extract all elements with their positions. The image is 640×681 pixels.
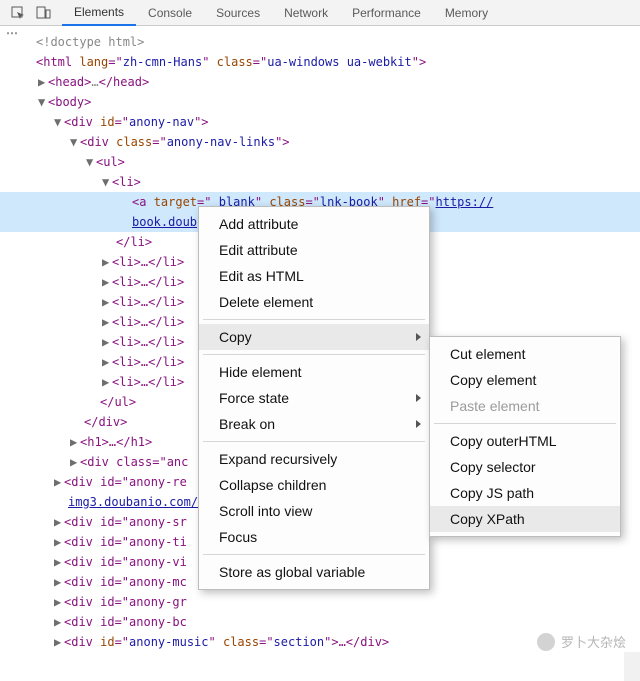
menu-separator bbox=[203, 441, 425, 442]
tab-network[interactable]: Network bbox=[272, 1, 340, 25]
menu-hide-element[interactable]: Hide element bbox=[199, 359, 429, 385]
device-toggle-icon[interactable] bbox=[36, 5, 52, 21]
dom-line[interactable]: ▼<div id="anony-nav"> bbox=[0, 112, 640, 132]
expand-arrow-icon[interactable]: ▶ bbox=[54, 592, 64, 612]
expand-arrow-icon[interactable]: ▶ bbox=[38, 72, 48, 92]
expand-arrow-icon[interactable]: ▶ bbox=[54, 572, 64, 592]
menu-edit-attribute[interactable]: Edit attribute bbox=[199, 237, 429, 263]
expand-arrow-icon[interactable]: ▶ bbox=[70, 452, 80, 472]
expand-arrow-icon[interactable]: ▶ bbox=[54, 532, 64, 552]
collapse-arrow-icon[interactable]: ▼ bbox=[86, 152, 96, 172]
collapse-arrow-icon[interactable]: ▼ bbox=[54, 112, 64, 132]
menu-separator bbox=[203, 319, 425, 320]
menu-focus[interactable]: Focus bbox=[199, 524, 429, 550]
tab-memory[interactable]: Memory bbox=[433, 1, 500, 25]
menu-copy-element[interactable]: Copy element bbox=[430, 367, 620, 393]
menu-copy-outerhtml[interactable]: Copy outerHTML bbox=[430, 428, 620, 454]
dom-line[interactable]: ▶<head>…</head> bbox=[0, 72, 640, 92]
menu-collapse-children[interactable]: Collapse children bbox=[199, 472, 429, 498]
devtools-tabbar: Elements Console Sources Network Perform… bbox=[0, 0, 640, 26]
menu-force-state[interactable]: Force state bbox=[199, 385, 429, 411]
collapse-arrow-icon[interactable]: ▼ bbox=[70, 132, 80, 152]
dom-line[interactable]: ▶<div id="anony-gr bbox=[0, 592, 640, 612]
expand-arrow-icon[interactable]: ▶ bbox=[70, 432, 80, 452]
dom-line[interactable]: <html lang="zh-cmn-Hans" class="ua-windo… bbox=[0, 52, 640, 72]
expand-arrow-icon[interactable]: ▶ bbox=[54, 472, 64, 492]
watermark-text: 罗卜大杂烩 bbox=[561, 632, 626, 651]
menu-add-attribute[interactable]: Add attribute bbox=[199, 211, 429, 237]
dom-line[interactable]: ▼<li> bbox=[0, 172, 640, 192]
collapse-arrow-icon[interactable]: ▼ bbox=[102, 172, 112, 192]
context-submenu-copy: Cut element Copy element Paste element C… bbox=[429, 336, 621, 537]
expand-arrow-icon[interactable]: ▶ bbox=[102, 352, 112, 372]
watermark: 罗卜大杂烩 bbox=[537, 632, 626, 651]
watermark-logo-icon bbox=[537, 633, 555, 651]
menu-separator bbox=[434, 423, 616, 424]
expand-arrow-icon[interactable]: ▶ bbox=[102, 292, 112, 312]
tab-elements[interactable]: Elements bbox=[62, 0, 136, 26]
expand-arrow-icon[interactable]: ▶ bbox=[102, 312, 112, 332]
expand-arrow-icon[interactable]: ▶ bbox=[54, 552, 64, 572]
dom-line[interactable]: ▼<ul> bbox=[0, 152, 640, 172]
inspect-icon[interactable] bbox=[10, 5, 26, 21]
menu-scroll-into-view[interactable]: Scroll into view bbox=[199, 498, 429, 524]
tool-icons bbox=[0, 5, 62, 21]
menu-paste-element: Paste element bbox=[430, 393, 620, 419]
expand-arrow-icon[interactable]: ▶ bbox=[102, 372, 112, 392]
dom-line[interactable]: ▼<body> bbox=[0, 92, 640, 112]
dom-line[interactable]: ▶<div id="anony-bc bbox=[0, 612, 640, 632]
menu-copy-selector[interactable]: Copy selector bbox=[430, 454, 620, 480]
tab-sources[interactable]: Sources bbox=[204, 1, 272, 25]
tab-performance[interactable]: Performance bbox=[340, 1, 433, 25]
tab-console[interactable]: Console bbox=[136, 1, 204, 25]
overflow-dots-icon[interactable]: ⋯ bbox=[6, 26, 18, 40]
menu-copy-js-path[interactable]: Copy JS path bbox=[430, 480, 620, 506]
menu-break-on[interactable]: Break on bbox=[199, 411, 429, 437]
collapse-arrow-icon[interactable]: ▼ bbox=[38, 92, 48, 112]
menu-copy[interactable]: Copy bbox=[199, 324, 429, 350]
expand-arrow-icon[interactable]: ▶ bbox=[54, 612, 64, 632]
expand-arrow-icon[interactable]: ▶ bbox=[102, 332, 112, 352]
expand-arrow-icon[interactable]: ▶ bbox=[54, 512, 64, 532]
menu-separator bbox=[203, 554, 425, 555]
menu-cut-element[interactable]: Cut element bbox=[430, 341, 620, 367]
expand-arrow-icon[interactable]: ▶ bbox=[102, 252, 112, 272]
menu-store-global[interactable]: Store as global variable bbox=[199, 559, 429, 585]
menu-copy-xpath[interactable]: Copy XPath bbox=[430, 506, 620, 532]
dom-line[interactable]: ▼<div class="anony-nav-links"> bbox=[0, 132, 640, 152]
expand-arrow-icon[interactable]: ▶ bbox=[54, 632, 64, 652]
menu-edit-as-html[interactable]: Edit as HTML bbox=[199, 263, 429, 289]
expand-arrow-icon[interactable]: ▶ bbox=[102, 272, 112, 292]
context-menu: Add attribute Edit attribute Edit as HTM… bbox=[198, 206, 430, 590]
dom-line[interactable]: <!doctype html> bbox=[0, 32, 640, 52]
menu-separator bbox=[203, 354, 425, 355]
menu-delete-element[interactable]: Delete element bbox=[199, 289, 429, 315]
menu-expand-recursively[interactable]: Expand recursively bbox=[199, 446, 429, 472]
